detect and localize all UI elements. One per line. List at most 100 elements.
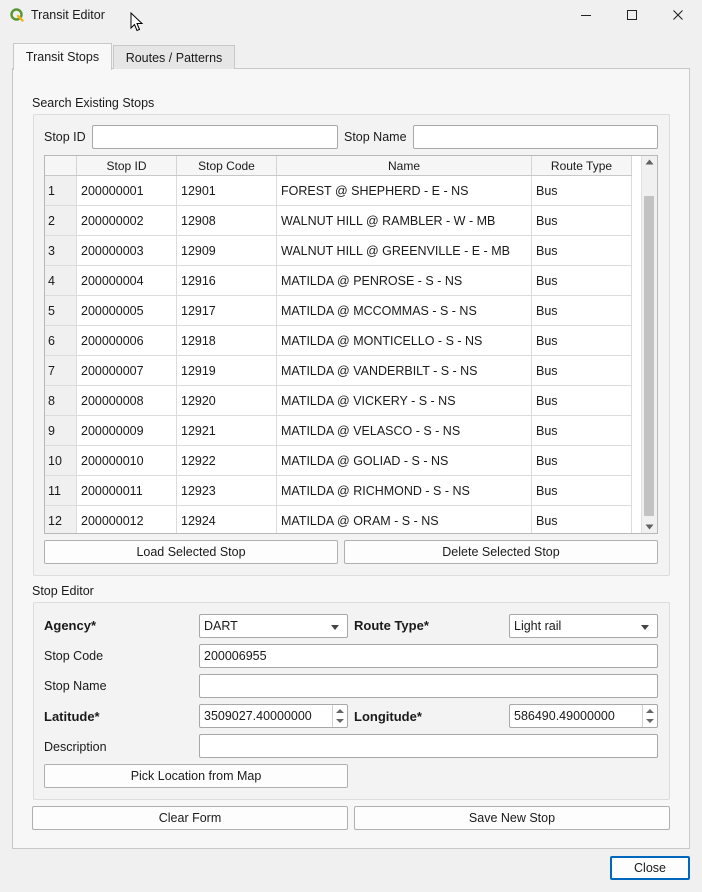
table-row[interactable]: 4 200000004 12916 MATILDA @ PENROSE - S - N…	[45, 266, 632, 296]
latitude-stepper[interactable]	[332, 705, 347, 727]
close-window-button[interactable]	[655, 0, 701, 30]
agency-label: Agency*	[44, 618, 97, 633]
cell-stop-id: 200000012	[77, 506, 177, 533]
route-type-select[interactable]: Light rail	[509, 614, 658, 638]
longitude-stepper[interactable]	[642, 705, 657, 727]
column-header-stop-id[interactable]: Stop ID	[77, 156, 177, 175]
row-number[interactable]: 6	[45, 326, 77, 355]
row-number[interactable]: 11	[45, 476, 77, 505]
stepper-down-icon[interactable]	[646, 719, 654, 723]
description-input[interactable]	[199, 734, 658, 758]
row-number[interactable]: 2	[45, 206, 77, 235]
cell-name: FOREST @ SHEPHERD - E - NS	[277, 176, 532, 205]
stop-editor-section-title: Stop Editor	[32, 584, 94, 598]
longitude-label: Longitude*	[354, 709, 422, 724]
row-number[interactable]: 5	[45, 296, 77, 325]
row-number[interactable]: 7	[45, 356, 77, 385]
cell-stop-id: 200000001	[77, 176, 177, 205]
cell-stop-id: 200000009	[77, 416, 177, 445]
table-row[interactable]: 1 200000001 12901 FOREST @ SHEPHERD - E - N…	[45, 176, 632, 206]
tab-routes-patterns[interactable]: Routes / Patterns	[113, 45, 235, 69]
cell-route-type: Bus	[532, 326, 632, 355]
longitude-value: 586490.49000000	[514, 709, 615, 723]
cell-route-type: Bus	[532, 266, 632, 295]
cell-name: MATILDA @ PENROSE - S - NS	[277, 266, 532, 295]
stop-name-editor-label: Stop Name	[44, 679, 107, 693]
row-number[interactable]: 9	[45, 416, 77, 445]
cell-name: WALNUT HILL @ RAMBLER - W - MB	[277, 206, 532, 235]
longitude-spinbox[interactable]: 586490.49000000	[509, 704, 658, 728]
cell-stop-code: 12922	[177, 446, 277, 475]
tab-transit-stops[interactable]: Transit Stops	[13, 43, 112, 70]
cell-stop-id: 200000003	[77, 236, 177, 265]
table-row[interactable]: 6 200000006 12918 MATILDA @ MONTICELLO - S …	[45, 326, 632, 356]
cell-stop-code: 12909	[177, 236, 277, 265]
stepper-down-icon[interactable]	[336, 719, 344, 723]
stop-id-label: Stop ID	[44, 130, 86, 144]
stepper-up-icon[interactable]	[646, 709, 654, 713]
row-number[interactable]: 10	[45, 446, 77, 475]
cell-stop-code: 12919	[177, 356, 277, 385]
pick-location-button[interactable]: Pick Location from Map	[44, 764, 348, 788]
cell-stop-id: 200000008	[77, 386, 177, 415]
scrollbar-thumb[interactable]	[644, 196, 654, 516]
table-row[interactable]: 12 200000012 12924 MATILDA @ ORAM - S - NS B…	[45, 506, 632, 533]
row-number[interactable]: 8	[45, 386, 77, 415]
table-row[interactable]: 3 200000003 12909 WALNUT HILL @ GREENVILLE …	[45, 236, 632, 266]
cell-stop-code: 12923	[177, 476, 277, 505]
row-number[interactable]: 12	[45, 506, 77, 533]
scroll-up-icon[interactable]	[645, 159, 654, 165]
table-row[interactable]: 2 200000002 12908 WALNUT HILL @ RAMBLER - W…	[45, 206, 632, 236]
column-header-stop-code[interactable]: Stop Code	[177, 156, 277, 175]
table-row[interactable]: 5 200000005 12917 MATILDA @ MCCOMMAS - S - …	[45, 296, 632, 326]
cell-route-type: Bus	[532, 206, 632, 235]
cell-route-type: Bus	[532, 176, 632, 205]
agency-select-value: DART	[204, 619, 238, 633]
row-number[interactable]: 4	[45, 266, 77, 295]
cell-route-type: Bus	[532, 506, 632, 533]
cell-route-type: Bus	[532, 236, 632, 265]
cell-stop-id: 200000007	[77, 356, 177, 385]
stepper-up-icon[interactable]	[336, 709, 344, 713]
cell-stop-id: 200000006	[77, 326, 177, 355]
cell-stop-code: 12916	[177, 266, 277, 295]
row-number[interactable]: 1	[45, 176, 77, 205]
column-header-name[interactable]: Name	[277, 156, 532, 175]
chevron-down-icon	[331, 625, 339, 630]
agency-select[interactable]: DART	[199, 614, 348, 638]
latitude-label: Latitude*	[44, 709, 100, 724]
save-new-stop-button[interactable]: Save New Stop	[354, 806, 670, 830]
row-number[interactable]: 3	[45, 236, 77, 265]
cell-route-type: Bus	[532, 386, 632, 415]
stop-code-input[interactable]: 200006955	[199, 644, 658, 668]
delete-selected-stop-button[interactable]: Delete Selected Stop	[344, 540, 658, 564]
table-header: Stop ID Stop Code Name Route Type	[45, 156, 632, 176]
table-scrollbar[interactable]	[641, 156, 657, 533]
maximize-button[interactable]	[609, 0, 655, 30]
cell-stop-code: 12918	[177, 326, 277, 355]
minimize-button[interactable]	[563, 0, 609, 30]
table-row[interactable]: 11 200000011 12923 MATILDA @ RICHMOND - S -…	[45, 476, 632, 506]
mouse-cursor-icon	[130, 12, 144, 32]
table-row[interactable]: 8 200000008 12920 MATILDA @ VICKERY - S - N…	[45, 386, 632, 416]
column-header-route-type[interactable]: Route Type	[532, 156, 632, 175]
stop-id-search-input[interactable]	[92, 125, 338, 149]
stop-name-search-input[interactable]	[413, 125, 658, 149]
cell-stop-code: 12917	[177, 296, 277, 325]
load-selected-stop-button[interactable]: Load Selected Stop	[44, 540, 338, 564]
cell-route-type: Bus	[532, 476, 632, 505]
stop-name-input[interactable]	[199, 674, 658, 698]
latitude-value: 3509027.40000000	[204, 709, 312, 723]
table-row[interactable]: 9 200000009 12921 MATILDA @ VELASCO - S - N…	[45, 416, 632, 446]
cell-name: MATILDA @ VICKERY - S - NS	[277, 386, 532, 415]
cell-stop-code: 12901	[177, 176, 277, 205]
clear-form-button[interactable]: Clear Form	[32, 806, 348, 830]
table-row[interactable]: 10 200000010 12922 MATILDA @ GOLIAD - S - N…	[45, 446, 632, 476]
latitude-spinbox[interactable]: 3509027.40000000	[199, 704, 348, 728]
table-row[interactable]: 7 200000007 12919 MATILDA @ VANDERBILT - S …	[45, 356, 632, 386]
qgis-logo-icon	[10, 8, 24, 22]
cell-stop-code: 12924	[177, 506, 277, 533]
route-type-select-value: Light rail	[514, 619, 562, 633]
close-button[interactable]: Close	[610, 856, 690, 880]
scroll-down-icon[interactable]	[645, 524, 654, 530]
